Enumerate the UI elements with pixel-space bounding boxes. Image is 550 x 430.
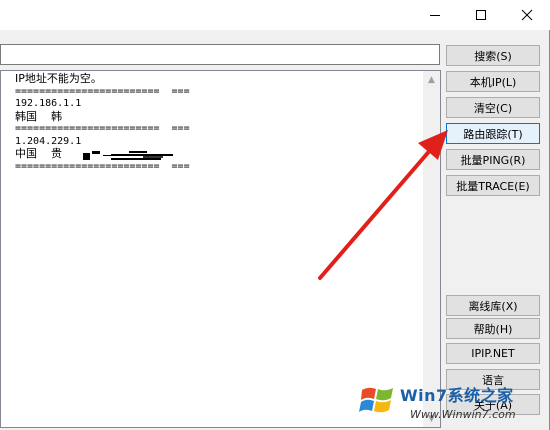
redacted-region	[83, 151, 173, 160]
output-line: 韩国 韩	[15, 109, 62, 123]
route-trace-button[interactable]: 路由跟踪(T)	[446, 123, 540, 144]
output-line: IP地址不能为空。	[15, 72, 102, 85]
ip-input[interactable]	[0, 44, 440, 65]
output-line: 中国 贵	[15, 147, 62, 160]
app-window: IP地址不能为空。 ======================== === 192…	[0, 0, 550, 430]
help-button[interactable]: 帮助(H)	[446, 318, 540, 339]
batch-trace-button[interactable]: 批量TRACE(E)	[446, 175, 540, 196]
local-ip-button[interactable]: 本机IP(L)	[446, 71, 540, 92]
search-button[interactable]: 搜索(S)	[446, 45, 540, 66]
offline-db-button[interactable]: 离线库(X)	[446, 295, 540, 316]
output-line: ======================== ===	[15, 160, 190, 172]
close-button[interactable]	[504, 0, 550, 30]
result-text: IP地址不能为空。 ======================== === 192…	[15, 72, 415, 173]
maximize-icon	[476, 10, 486, 20]
vertical-scrollbar[interactable]: ▲ ▼	[423, 71, 440, 427]
output-line: 192.186.1.1	[15, 98, 82, 109]
output-line: ======================== ===	[15, 123, 190, 134]
ipip-button[interactable]: IPIP.NET	[446, 343, 540, 364]
watermark-url: Www.Winwin7.com	[410, 408, 516, 421]
clear-button[interactable]: 清空(C)	[446, 97, 540, 118]
output-line: ======================== ===	[15, 85, 190, 97]
batch-ping-button[interactable]: 批量PING(R)	[446, 149, 540, 170]
windows-logo-icon	[359, 387, 393, 413]
output-line: 1.204.229.1	[15, 135, 82, 147]
maximize-button[interactable]	[458, 0, 504, 30]
title-bar	[0, 0, 550, 30]
minimize-icon	[430, 15, 440, 16]
watermark-brand: Win7系统之家	[400, 386, 514, 405]
scroll-up-icon[interactable]: ▲	[423, 71, 440, 88]
minimize-button[interactable]	[412, 0, 458, 30]
result-output[interactable]: IP地址不能为空。 ======================== === 192…	[0, 70, 441, 428]
close-icon	[521, 9, 533, 21]
